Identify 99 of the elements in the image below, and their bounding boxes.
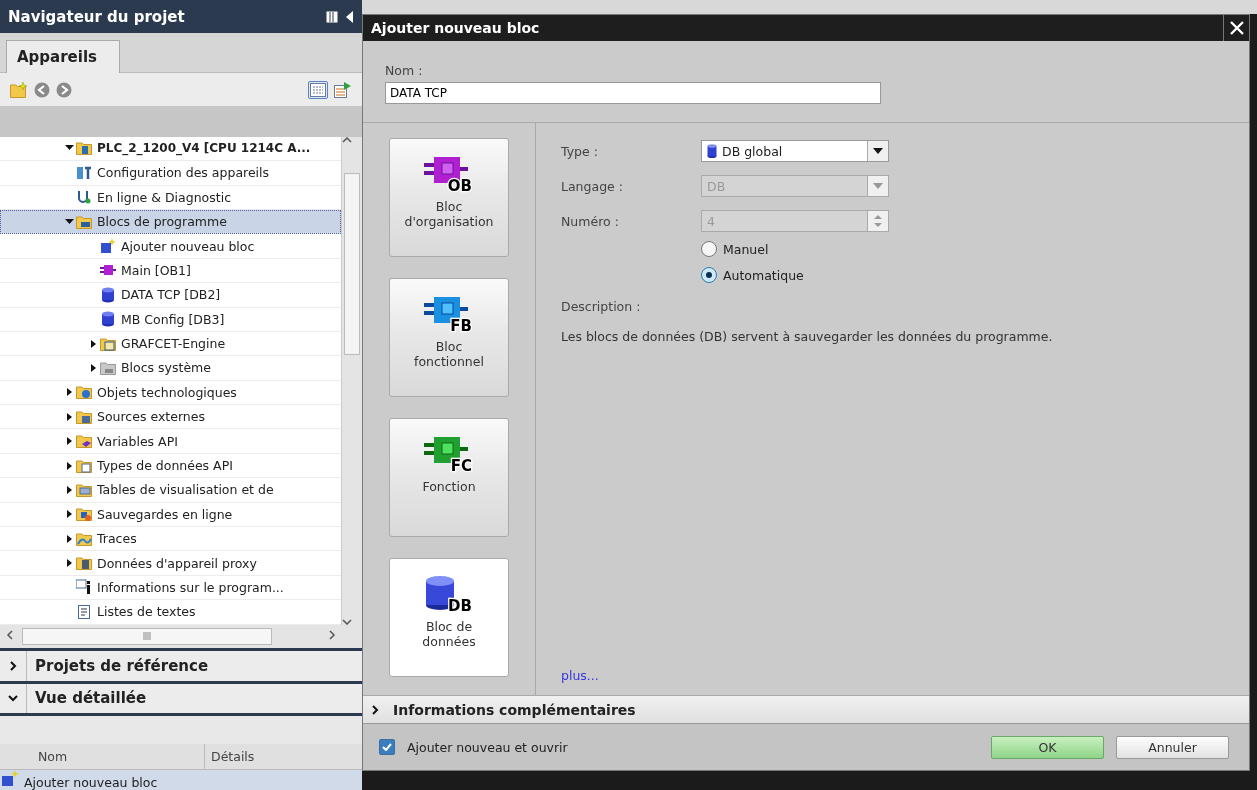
section-header[interactable]: Projets de référence [0, 651, 362, 684]
folder-icon [76, 384, 92, 401]
table-arrow-icon[interactable] [334, 81, 352, 98]
tree-item[interactable]: MB Config [DB3] [0, 307, 341, 332]
caret-icon [873, 148, 883, 154]
dialog-title: Ajouter nouveau bloc [371, 20, 541, 36]
field-label: Type : [561, 143, 599, 159]
folder-icon [76, 481, 92, 498]
folder-icon [76, 530, 92, 547]
field-label: Nom : [385, 63, 424, 78]
info-icon [76, 579, 92, 596]
checkbox-label: Ajouter nouveau et ouvrir [407, 739, 569, 755]
tree-item[interactable]: Données d'appareil proxy [0, 551, 341, 576]
collapsed-arrow-icon[interactable] [64, 411, 74, 422]
folder-icon [76, 433, 92, 450]
scroll-up-icon[interactable] [342, 136, 352, 143]
add-block-icon [100, 238, 116, 254]
cancel-button[interactable]: Annuler [1116, 735, 1229, 759]
field-label: Description : [561, 299, 642, 314]
block-type-button[interactable]: DB Bloc de données [389, 558, 509, 677]
horizontal-scrollbar[interactable] [0, 624, 362, 652]
tree-item[interactable]: Tables de visualisation et de [0, 478, 341, 503]
pane-icon[interactable] [326, 10, 338, 23]
tree-item[interactable]: DATA TCP [DB2] [0, 283, 341, 308]
diagnostic-icon [76, 189, 92, 206]
tab[interactable]: Appareils [6, 39, 120, 73]
tree-item[interactable]: PLC_2_1200_V4 [CPU 1214C A... [0, 136, 341, 162]
scroll-down-icon[interactable] [342, 618, 352, 625]
folder-icon [76, 457, 92, 474]
section-header[interactable]: Vue détaillée [0, 683, 362, 717]
tree-item[interactable]: Blocs de programme [0, 209, 341, 235]
tree-item[interactable]: En ligne & Diagnostic [0, 185, 341, 210]
column-header: Nom [37, 749, 69, 765]
vertical-scrollbar[interactable] [341, 136, 362, 625]
collapsed-arrow-icon[interactable] [64, 484, 74, 495]
tree-item[interactable]: Types de données API [0, 453, 341, 479]
collapsed-arrow-icon[interactable] [88, 338, 98, 349]
radio-option[interactable]: Automatique [701, 267, 1249, 283]
name-field[interactable]: DATA TCP [385, 82, 881, 104]
folder-icon [100, 359, 116, 376]
tree-item[interactable]: Traces [0, 527, 341, 552]
tree-item[interactable]: Blocs système [0, 356, 341, 381]
block-type-button[interactable]: FB Bloc fonctionnel [389, 278, 509, 397]
database-icon [100, 286, 116, 303]
tree-item[interactable]: Sources externes [0, 405, 341, 430]
checkmark-icon [382, 743, 392, 751]
tree-item[interactable]: Objets technologiques [0, 380, 341, 406]
folder-icon [76, 555, 92, 572]
block-type-button[interactable]: FC Fonction [389, 418, 509, 537]
tree-item[interactable]: GRAFCET-Engine [0, 331, 341, 357]
forward-icon[interactable] [56, 81, 72, 98]
tree-item[interactable]: Configuration des appareils [0, 161, 341, 186]
collapsed-arrow-icon[interactable] [64, 460, 74, 471]
text-list-icon [76, 603, 92, 620]
field-label: Langage : [561, 178, 624, 194]
folder-icon [76, 506, 92, 523]
folder-icon [76, 408, 92, 425]
more-link[interactable]: plus... [561, 668, 599, 683]
close-icon [1229, 21, 1244, 35]
chevron-right-icon [370, 704, 380, 715]
table-icon [310, 82, 326, 97]
chevron-right-icon [8, 660, 18, 671]
panel-title: Navigateur du projet [8, 7, 186, 26]
spinner-arrows-icon [873, 214, 883, 228]
ok-button[interactable]: OK [991, 735, 1104, 759]
collapsed-arrow-icon[interactable] [64, 533, 74, 544]
cpu-folder-icon [76, 140, 92, 157]
section-header[interactable]: Informations complémentaires [363, 695, 1249, 724]
tree-item[interactable]: Informations sur le program... [0, 575, 341, 601]
collapsed-arrow-icon[interactable] [88, 362, 98, 373]
tree-item[interactable]: Variables API [0, 429, 341, 454]
field-label: Numéro : [561, 213, 620, 229]
collapsed-arrow-icon[interactable] [64, 558, 74, 569]
config-icon [76, 164, 92, 181]
table-cell: Ajouter nouveau bloc [24, 776, 158, 790]
description-text: Les blocs de données (DB) servent à sauvegarder les données du programme. [561, 329, 1054, 344]
database-icon [100, 311, 116, 328]
radio-option[interactable]: Manuel [701, 241, 1249, 257]
add-block-icon [2, 770, 20, 787]
caret-icon [873, 183, 883, 189]
back-icon[interactable] [34, 81, 50, 98]
tree-item[interactable]: Sauvegardes en ligne [0, 502, 341, 527]
chevron-down-icon [8, 693, 18, 704]
tree-item[interactable]: Listes de textes [0, 600, 341, 625]
column-header: Détails [204, 743, 309, 770]
database-icon [707, 144, 717, 158]
collapse-icon[interactable] [346, 10, 354, 23]
dropdown[interactable]: DB global [701, 140, 889, 162]
tree-item[interactable]: Main [OB1] [0, 258, 341, 284]
collapsed-arrow-icon[interactable] [64, 509, 74, 520]
list-view-button[interactable] [308, 80, 328, 99]
collapsed-arrow-icon[interactable] [64, 436, 74, 447]
block-type-button[interactable]: OB Bloc d'organisation [389, 138, 509, 257]
collapsed-arrow-icon[interactable] [64, 387, 74, 398]
checkbox[interactable] [379, 739, 395, 755]
tree-item[interactable]: Ajouter nouveau bloc [0, 234, 341, 259]
program-folder-icon [76, 213, 92, 230]
folder-icon [100, 335, 116, 352]
expanded-arrow-icon[interactable] [64, 216, 74, 227]
